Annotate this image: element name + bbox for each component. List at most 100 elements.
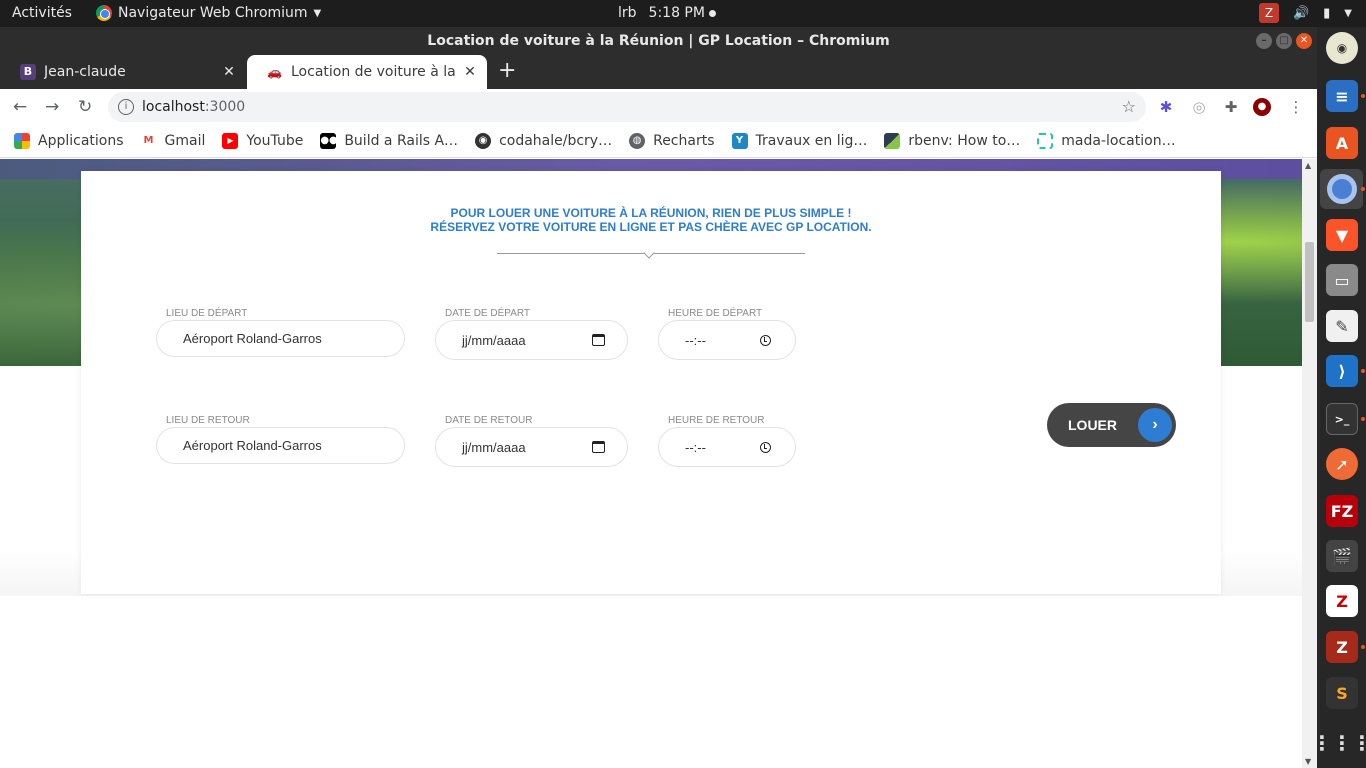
return-date-input[interactable]: jj/mm/aaaa bbox=[435, 427, 628, 467]
time-label: 5:18 PM bbox=[648, 5, 705, 21]
bookmark-star-icon[interactable]: ☆ bbox=[1122, 97, 1136, 116]
tab-label: Jean-claude bbox=[44, 64, 126, 80]
info-icon[interactable]: i bbox=[118, 99, 134, 115]
bootstrap-favicon-icon: B bbox=[20, 64, 36, 80]
battery-icon[interactable]: ▮ bbox=[1323, 6, 1330, 21]
profile-avatar[interactable]: ● bbox=[1253, 98, 1271, 116]
gmail-icon: M bbox=[140, 133, 157, 149]
chevron-down-icon[interactable]: ▼ bbox=[1344, 8, 1352, 19]
bookmark-rbenv[interactable]: rbenv: How to… bbox=[884, 133, 1020, 149]
extension-circle-icon[interactable]: ◎ bbox=[1190, 98, 1208, 116]
back-arrow-icon[interactable]: ← bbox=[13, 97, 27, 117]
software-center-icon[interactable]: A bbox=[1326, 127, 1358, 159]
close-tab-icon[interactable]: ✕ bbox=[220, 64, 238, 80]
clock[interactable]: lrb 5:18 PM bbox=[618, 5, 716, 21]
return-time-placeholder: --:-- bbox=[685, 439, 706, 455]
louer-button[interactable]: LOUER › bbox=[1047, 403, 1176, 447]
zotero-icon[interactable]: Z bbox=[1326, 585, 1358, 617]
url-port: :3000 bbox=[204, 99, 246, 115]
app-menu-label: Navigateur Web Chromium bbox=[118, 5, 308, 21]
running-indicator bbox=[1361, 369, 1365, 373]
bookmark-recharts[interactable]: ◍ Recharts bbox=[629, 133, 715, 149]
brave-icon[interactable]: ▼ bbox=[1326, 219, 1358, 251]
dashed-square-icon bbox=[1037, 133, 1054, 149]
car-favicon-icon: 🚗 bbox=[267, 65, 282, 79]
running-indicator bbox=[1361, 94, 1365, 98]
maximize-icon[interactable]: □ bbox=[1276, 33, 1292, 49]
sublime-text-icon[interactable]: S bbox=[1326, 677, 1358, 709]
bookmark-gmail[interactable]: M Gmail bbox=[140, 133, 205, 149]
tab-location-voiture[interactable]: 🚗 Location de voiture à la Réunion | GP … bbox=[247, 55, 487, 89]
tab-label: Location de voiture à la Réunion | GP Lo… bbox=[291, 64, 461, 80]
volume-icon[interactable]: 🔊 bbox=[1293, 6, 1309, 21]
calendar-icon[interactable] bbox=[592, 441, 605, 453]
calendar-icon[interactable] bbox=[592, 334, 605, 346]
libreoffice-writer-icon[interactable]: ≡ bbox=[1326, 80, 1358, 112]
app-menu[interactable]: Navigateur Web Chromium ▼ bbox=[96, 5, 321, 21]
notification-dot-icon bbox=[708, 9, 716, 17]
reload-icon[interactable]: ↻ bbox=[78, 97, 92, 117]
bookmarks-bar: Applications M Gmail ▶ YouTube ●● Build … bbox=[0, 125, 1317, 158]
activities-button[interactable]: Activités bbox=[12, 5, 72, 21]
files-icon[interactable]: ▭ bbox=[1326, 264, 1358, 296]
bookmark-label: YouTube bbox=[246, 133, 304, 149]
return-place-label: LIEU DE RETOUR bbox=[166, 415, 250, 426]
globe-icon: ◍ bbox=[629, 133, 646, 149]
bookmark-applications[interactable]: Applications bbox=[14, 133, 124, 149]
terminal-icon[interactable]: >_ bbox=[1326, 403, 1358, 435]
departure-time-input[interactable]: --:-- bbox=[658, 320, 796, 360]
bookmark-label: codahale/bcry… bbox=[499, 133, 613, 149]
flag-icon: Y bbox=[731, 133, 748, 149]
youtube-icon: ▶ bbox=[222, 133, 239, 149]
return-place-value: Aéroport Roland-Garros bbox=[183, 438, 322, 453]
vscode-icon[interactable]: ⟩ bbox=[1326, 355, 1358, 387]
scroll-down-icon[interactable]: ▼ bbox=[1305, 757, 1311, 766]
extensions-puzzle-icon[interactable]: ✚ bbox=[1222, 98, 1240, 116]
bookmark-build-rails[interactable]: ●● Build a Rails A… bbox=[320, 133, 458, 149]
bookmark-mada-location[interactable]: mada-location… bbox=[1037, 133, 1176, 149]
page-viewport: POUR LOUER UNE VOITURE À LA RÉUNION, RIE… bbox=[0, 159, 1302, 768]
filezilla-icon[interactable]: FZ bbox=[1326, 495, 1358, 527]
new-tab-icon[interactable]: + bbox=[498, 60, 516, 82]
close-tab-icon[interactable]: ✕ bbox=[461, 64, 479, 80]
ubuntu-dock: ◉ ≡ A ▼ ▭ ✎ ⟩ >_ ➚ FZ 🎬 Z Z S ⋮⋮⋮ bbox=[1312, 27, 1366, 768]
bookmark-youtube[interactable]: ▶ YouTube bbox=[222, 133, 303, 149]
bookmark-travaux[interactable]: Y Travaux en lig… bbox=[731, 133, 867, 149]
tab-jean-claude[interactable]: B Jean-claude ✕ bbox=[0, 55, 246, 89]
divider-notch bbox=[643, 247, 655, 259]
minimize-icon[interactable]: – bbox=[1256, 33, 1272, 49]
show-applications-grid-icon[interactable]: ⋮⋮⋮ bbox=[1312, 727, 1366, 759]
video-editor-icon[interactable]: 🎬 bbox=[1326, 540, 1358, 572]
zotero-tray-icon[interactable]: Z bbox=[1258, 3, 1279, 23]
address-bar[interactable]: i localhost:3000 ☆ bbox=[108, 92, 1146, 122]
url-host: localhost bbox=[142, 99, 205, 115]
forward-arrow-icon[interactable]: → bbox=[45, 97, 59, 117]
return-place-input[interactable]: Aéroport Roland-Garros bbox=[156, 427, 405, 464]
close-window-icon[interactable]: ✕ bbox=[1296, 33, 1312, 49]
text-editor-icon[interactable]: ✎ bbox=[1326, 310, 1358, 342]
headline-divider bbox=[497, 247, 805, 259]
departure-date-input[interactable]: jj/mm/aaaa bbox=[435, 320, 628, 360]
clock-icon[interactable] bbox=[760, 441, 771, 453]
scroll-up-icon[interactable]: ▲ bbox=[1305, 161, 1311, 170]
rhythmbox-icon[interactable]: ◉ bbox=[1326, 32, 1358, 64]
user-label: lrb bbox=[618, 5, 637, 21]
system-tray[interactable]: Z 🔊 ▮ ▼ bbox=[1258, 3, 1352, 23]
medium-icon: ●● bbox=[320, 133, 338, 149]
scrollbar-thumb[interactable] bbox=[1305, 242, 1314, 322]
return-time-input[interactable]: --:-- bbox=[658, 427, 796, 467]
running-indicator bbox=[1361, 417, 1365, 421]
clock-icon[interactable] bbox=[760, 334, 771, 346]
page-scrollbar[interactable]: ▲ ▼ bbox=[1302, 159, 1317, 768]
headline-line-2: RÉSERVEZ VOTRE VOITURE EN LIGNE ET PAS C… bbox=[430, 220, 872, 234]
system-top-bar: Activités Navigateur Web Chromium ▼ lrb … bbox=[0, 0, 1366, 27]
extension-puzzle-blue-icon[interactable]: ✱ bbox=[1157, 98, 1175, 116]
departure-place-input[interactable]: Aéroport Roland-Garros bbox=[156, 320, 405, 357]
chromium-dock-item[interactable] bbox=[1320, 169, 1363, 209]
bookmark-icon bbox=[884, 133, 901, 149]
bookmark-codahale[interactable]: ◉ codahale/bcry… bbox=[475, 133, 612, 149]
headline-line-1: POUR LOUER UNE VOITURE À LA RÉUNION, RIE… bbox=[450, 206, 852, 220]
compass-icon[interactable]: ➚ bbox=[1326, 448, 1358, 480]
menu-kebab-icon[interactable]: ⋮ bbox=[1287, 98, 1305, 116]
zotero-standalone-icon[interactable]: Z bbox=[1326, 631, 1358, 663]
